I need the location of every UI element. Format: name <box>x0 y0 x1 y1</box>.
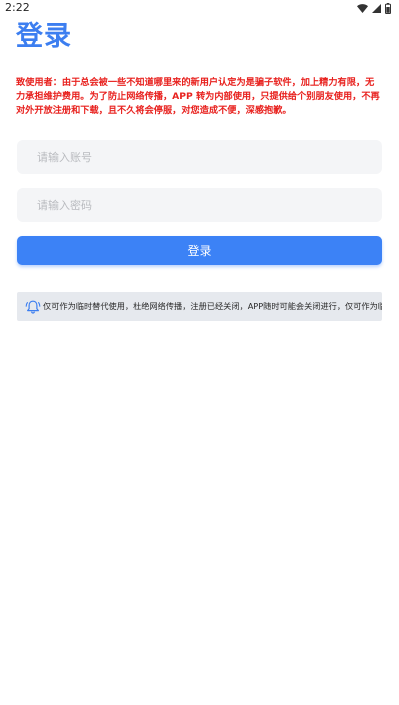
signal-icon <box>372 3 381 13</box>
account-input[interactable] <box>17 140 382 174</box>
notice-marquee-bar: 仅可作为临时替代使用，杜绝网络传播，注册已经关闭，APP随时可能会关闭进行，仅可… <box>17 292 382 321</box>
bell-icon <box>25 300 41 314</box>
status-time: 2:22 <box>5 1 30 14</box>
notice-marquee-text: 仅可作为临时替代使用，杜绝网络传播，注册已经关闭，APP随时可能会关闭进行，仅可… <box>43 301 382 311</box>
disclaimer-notice: 致使用者：由于总会被一些不知道哪里来的新用户认定为是骗子软件，加上精力有限，无力… <box>16 77 380 116</box>
status-bar: 2:22 <box>0 0 399 16</box>
password-input[interactable] <box>17 188 382 222</box>
status-icons <box>357 2 391 14</box>
wifi-icon <box>357 3 368 13</box>
page-title: 登录 <box>16 21 72 52</box>
login-screen: 2:22 登录 致使用者：由于总会被一些不知道哪里来的新用户认定为是骗子软件，加… <box>0 0 399 705</box>
login-button[interactable]: 登录 <box>17 236 382 265</box>
battery-icon <box>385 2 391 14</box>
